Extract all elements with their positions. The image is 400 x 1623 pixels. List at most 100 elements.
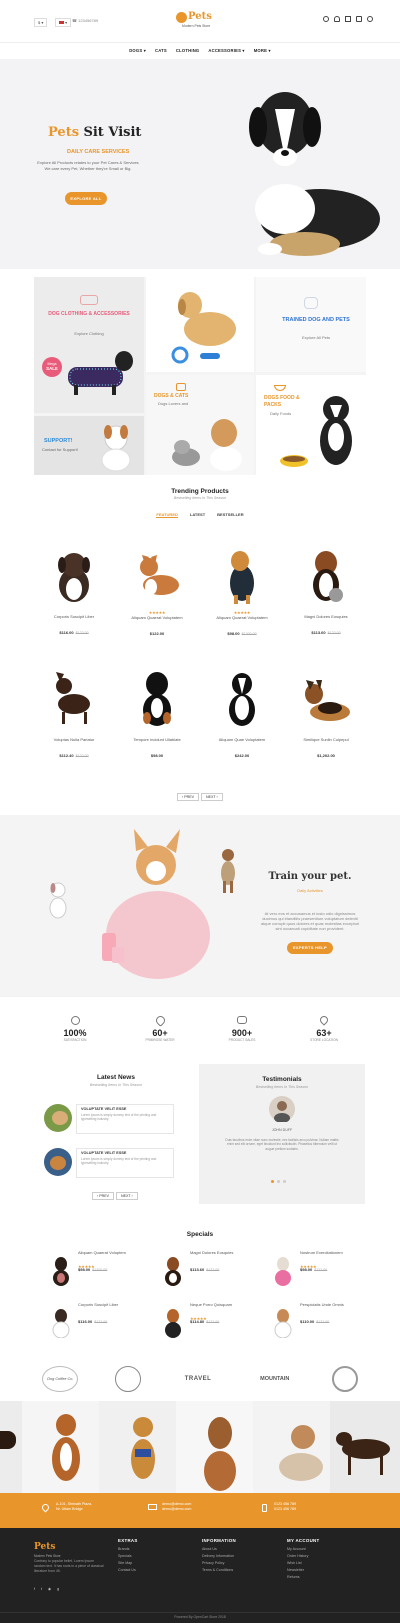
address-line-2: Nr. Uttam Bridge bbox=[56, 1507, 83, 1511]
product-name[interactable]: Aliquam Quaerat Voluptatem bbox=[212, 615, 272, 620]
wishlist-icon[interactable] bbox=[356, 16, 362, 22]
footer-col-title: EXTRAS bbox=[118, 1538, 138, 1543]
currency-select[interactable]: $ ▾ bbox=[34, 18, 48, 27]
dot[interactable] bbox=[283, 1180, 286, 1183]
heart-icon bbox=[153, 1014, 167, 1027]
google-plus-icon[interactable]: g bbox=[57, 1586, 59, 1593]
product-name[interactable]: Corporis Suscipit Liber bbox=[44, 614, 104, 619]
product-card[interactable]: ★★★★★ Aliquam Quaerat Voluptatem $122.00 bbox=[127, 545, 187, 636]
special-item[interactable]: Perspiciatis Unde Omnis $110.00 $122.00 bbox=[270, 1302, 380, 1342]
footer-link[interactable]: Contact Us bbox=[118, 1567, 138, 1574]
gallery-photo[interactable] bbox=[22, 1401, 99, 1493]
tab-latest[interactable]: LATEST bbox=[190, 512, 205, 518]
trained-dog-banner[interactable]: TRAINED DOG AND PETS Explore All Pets bbox=[256, 277, 366, 372]
news-subtitle: Bestselling Items In This Season bbox=[89, 1083, 143, 1087]
special-price: $116.00 bbox=[78, 1319, 93, 1324]
chat-icon bbox=[237, 1016, 247, 1024]
dot-active[interactable] bbox=[271, 1180, 274, 1183]
twitter-icon[interactable]: t bbox=[41, 1586, 42, 1593]
nav-dogs[interactable]: DOGS ▾ bbox=[129, 48, 146, 53]
dogs-cats-banner[interactable]: DOGS & CATS Dogs Lovers and bbox=[146, 375, 254, 475]
dogscats-title: DOGS & CATS bbox=[154, 393, 189, 399]
product-card[interactable]: ★★★★★ Aliquam Quaerat Voluptatem $98.00 $… bbox=[212, 545, 272, 636]
product-card[interactable]: Voluptas Nulla Pariatur $112.40 $122.00 bbox=[44, 668, 104, 758]
footer-link[interactable]: Delivery Information bbox=[202, 1553, 236, 1560]
tab-bestseller[interactable]: BESTSELLER bbox=[217, 512, 243, 518]
product-name[interactable]: Tempore Incidunt Ullablate bbox=[127, 737, 187, 742]
news-item[interactable]: VOLUPTATE VELIT ESSE Lorem ipsum is simp… bbox=[44, 1104, 174, 1134]
special-item[interactable]: Aliquam Quaerat Voluptem $98.00 $1200.00 … bbox=[48, 1250, 158, 1290]
hero-desc-1: Explore All Products relates to your Pet… bbox=[37, 160, 139, 165]
product-name[interactable]: Similique Sunlin Culpepul bbox=[296, 737, 356, 742]
footer-logo[interactable]: Pets Modern Pets Store bbox=[34, 1536, 61, 1558]
language-select[interactable]: ▾ bbox=[55, 18, 72, 27]
support-banner[interactable]: SUPPORT! Contact for Support! bbox=[34, 416, 144, 475]
product-card[interactable]: Tempore Incidunt Ullablate $98.00 bbox=[127, 668, 187, 758]
product-card[interactable]: Similique Sunlin Culpepul $1,202.00 bbox=[296, 668, 356, 758]
special-rating: ★★★★★ bbox=[190, 1316, 207, 1321]
gallery-photo[interactable] bbox=[176, 1401, 253, 1493]
footer-link[interactable]: About Us bbox=[202, 1546, 236, 1553]
search-icon[interactable] bbox=[323, 16, 329, 22]
footer-link[interactable]: My Account bbox=[287, 1546, 320, 1553]
gallery-photo[interactable] bbox=[253, 1401, 330, 1493]
product-name[interactable]: Magni Dolores Eosquies bbox=[296, 614, 356, 619]
product-name[interactable]: Aliquam Quae Voluptatem bbox=[212, 737, 272, 742]
product-old-price: $122.00 bbox=[327, 631, 341, 635]
rss-icon[interactable]: ◉ bbox=[48, 1586, 51, 1593]
logo-text: Pets bbox=[188, 11, 212, 22]
explore-all-button[interactable]: EXPLORE ALL bbox=[65, 192, 107, 205]
special-item[interactable]: Corporis Suscipit Liber $116.00 $122.00 bbox=[48, 1302, 158, 1342]
next-button[interactable]: NEXT › bbox=[201, 793, 223, 801]
dot[interactable] bbox=[277, 1180, 280, 1183]
product-card[interactable]: Magni Dolores Eosquies $113.60 $122.00 bbox=[296, 545, 356, 635]
special-item[interactable]: Nostrum Exercitationem $98.00 $122.00 ★★★… bbox=[270, 1250, 380, 1290]
nav-cats[interactable]: CATS bbox=[155, 48, 167, 53]
news-next-button[interactable]: NEXT › bbox=[116, 1192, 138, 1200]
footer-link[interactable]: Order History bbox=[287, 1553, 320, 1560]
tab-featured[interactable]: FEATURED bbox=[156, 512, 178, 518]
footer-link[interactable]: Privacy Policy bbox=[202, 1560, 236, 1567]
gallery-photo[interactable] bbox=[99, 1401, 176, 1493]
product-card[interactable]: Aliquam Quae Voluptatem $242.00 bbox=[212, 668, 272, 758]
settings-icon[interactable] bbox=[367, 16, 373, 22]
logo[interactable]: Pets Modern Pets Store bbox=[176, 11, 224, 31]
contact-email[interactable]: demo@demo.com demo@demo.com bbox=[162, 1502, 191, 1512]
footer-link[interactable]: Site Map bbox=[118, 1560, 138, 1567]
dog-food-banner[interactable]: DOGS FOOD & PACKS Daily Foods bbox=[256, 375, 366, 475]
news-prev-button[interactable]: ‹ PREV bbox=[92, 1192, 114, 1200]
brand-logo[interactable] bbox=[331, 1366, 358, 1392]
user-icon[interactable] bbox=[334, 16, 340, 22]
prev-button[interactable]: ‹ PREV bbox=[177, 793, 199, 801]
footer-link[interactable]: Brands bbox=[118, 1546, 138, 1553]
footer-link[interactable]: Specials bbox=[118, 1553, 138, 1560]
footer-link[interactable]: Terms & Conditions bbox=[202, 1567, 236, 1574]
brand-logo[interactable] bbox=[115, 1366, 142, 1392]
brand-logo[interactable]: Dog Coffee Co. bbox=[42, 1366, 79, 1392]
special-item[interactable]: Neque Porro Quisquam $114.80 $122.00 ★★★★… bbox=[160, 1302, 270, 1342]
nav-clothing[interactable]: CLOTHING bbox=[176, 48, 199, 53]
gallery-photo[interactable] bbox=[330, 1401, 400, 1493]
gallery-photo[interactable] bbox=[0, 1401, 22, 1493]
trained-sub: Explore All Pets bbox=[301, 335, 330, 340]
footer-link[interactable]: Newsletter bbox=[287, 1567, 320, 1574]
cart-icon[interactable] bbox=[345, 16, 351, 22]
footer-link[interactable]: Wish List bbox=[287, 1560, 320, 1567]
brand-logo[interactable]: TRAVEL bbox=[178, 1366, 218, 1392]
plush-toy bbox=[270, 232, 340, 256]
product-card[interactable]: Corporis Suscipit Liber $116.00 $122.00 bbox=[44, 545, 104, 635]
facebook-icon[interactable]: f bbox=[34, 1586, 35, 1593]
lab-dog-banner[interactable] bbox=[146, 277, 254, 372]
special-item[interactable]: Magni Dolores Eosquies $113.60 $122.00 bbox=[160, 1250, 270, 1290]
product-name[interactable]: Aliquam Quaerat Voluptatem bbox=[127, 615, 187, 620]
experts-help-button[interactable]: EXPERTS HELP bbox=[287, 942, 333, 954]
brand-logo[interactable]: MOUNTAIN bbox=[255, 1366, 295, 1392]
product-image bbox=[140, 555, 179, 595]
footer-link[interactable]: Returns bbox=[287, 1574, 320, 1581]
clothing-banner[interactable]: DOG CLOTHING & ACCESSORIES Explore Cloth… bbox=[34, 277, 144, 413]
news-item[interactable]: VOLUPTATE VELIT ESSE Lorem ipsum is simp… bbox=[44, 1148, 174, 1178]
nav-more[interactable]: MORE ▾ bbox=[254, 48, 271, 53]
nav-accessories[interactable]: ACCESSORIES ▾ bbox=[208, 48, 244, 53]
stat-label: STORE LOCATION bbox=[310, 1038, 338, 1042]
product-name[interactable]: Voluptas Nulla Pariatur bbox=[44, 737, 104, 742]
